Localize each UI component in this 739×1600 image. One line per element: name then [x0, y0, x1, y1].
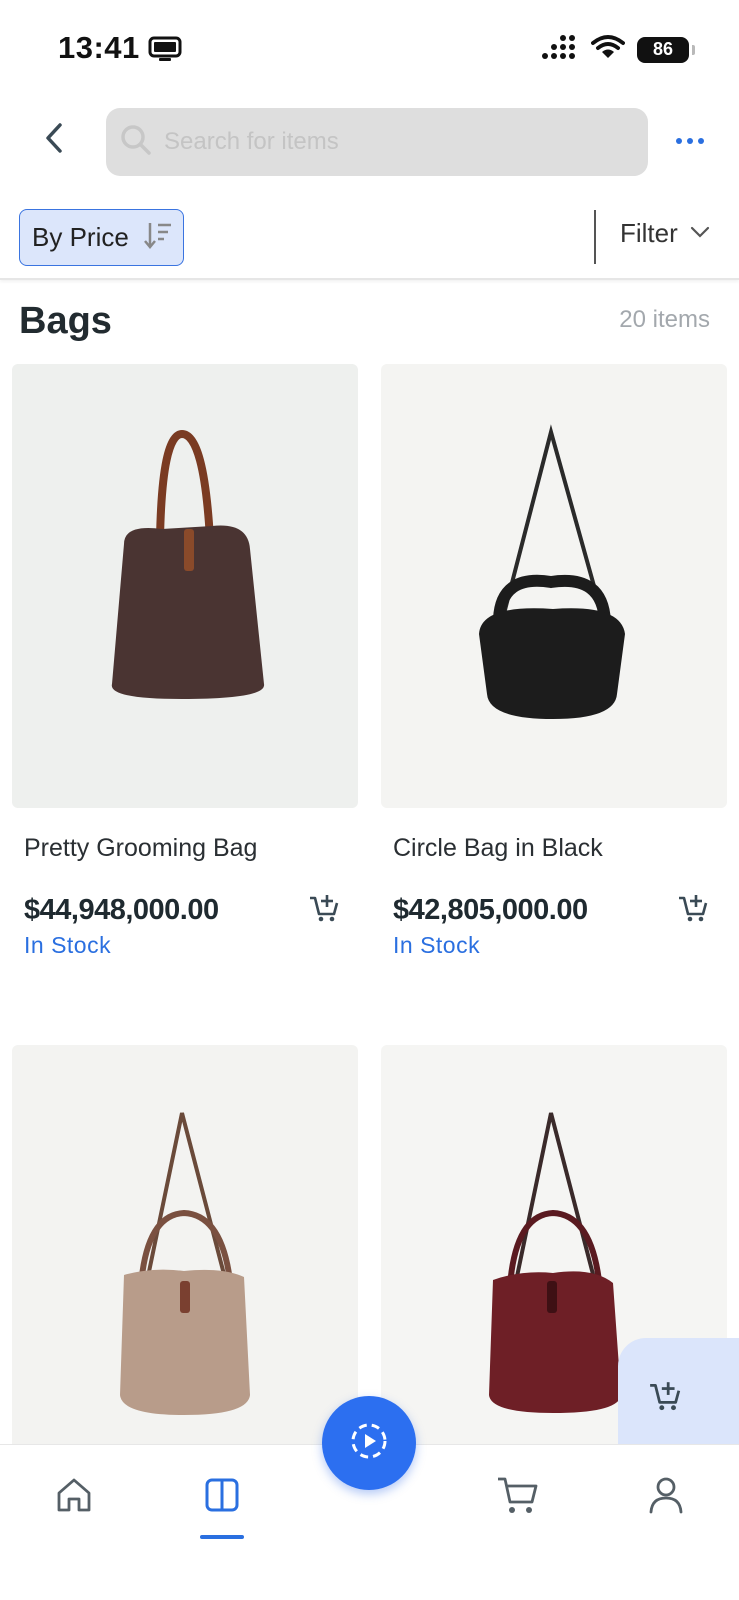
- sort-by-price-chip[interactable]: By Price: [19, 209, 184, 266]
- bag-body: [479, 608, 625, 719]
- more-dot: [687, 138, 693, 144]
- item-count: 20 items: [619, 306, 710, 333]
- battery-level: 86: [652, 39, 674, 59]
- sort-descending-icon: [143, 221, 173, 254]
- product-name: Pretty Grooming Bag: [24, 834, 258, 862]
- catalog-icon: [204, 1477, 240, 1518]
- active-tab-indicator: [200, 1535, 244, 1539]
- stock-status: In Stock: [24, 932, 112, 958]
- nav-profile[interactable]: [636, 1467, 696, 1527]
- nav-catalog[interactable]: [192, 1467, 252, 1527]
- status-bar: 13:41 86: [0, 0, 739, 100]
- cart-plus-icon: [648, 1379, 682, 1418]
- home-icon: [55, 1476, 93, 1519]
- more-options-button[interactable]: [668, 124, 712, 158]
- product-name: Circle Bag in Black: [393, 834, 603, 862]
- nav-home[interactable]: [44, 1467, 104, 1527]
- chevron-down-icon: [690, 225, 710, 243]
- more-dot: [676, 138, 682, 144]
- chevron-left-icon: [44, 122, 64, 159]
- status-time: 13:41: [58, 30, 140, 65]
- cart-plus-icon: [308, 892, 340, 929]
- product-price: $44,948,000.00: [24, 894, 219, 926]
- add-to-cart-button[interactable]: [304, 890, 344, 930]
- product-image[interactable]: [12, 364, 358, 808]
- product-price: $42,805,000.00: [393, 894, 588, 926]
- section-title: Bags: [19, 300, 112, 342]
- product-image[interactable]: [12, 1045, 358, 1489]
- search-input[interactable]: [164, 128, 604, 156]
- divider: [594, 210, 596, 264]
- cart-icon: [496, 1474, 540, 1521]
- sort-label: By Price: [32, 222, 129, 252]
- search-bar[interactable]: [106, 108, 648, 176]
- bag-illustration: [111, 429, 265, 699]
- profile-icon: [648, 1476, 684, 1519]
- sort-filter-bar: By Price Filter: [0, 200, 739, 280]
- cart-plus-icon: [677, 892, 709, 929]
- back-button[interactable]: [36, 120, 72, 160]
- filter-label: Filter: [620, 218, 678, 248]
- nav-cart[interactable]: [488, 1467, 548, 1527]
- top-header: [0, 100, 739, 200]
- play-video-button[interactable]: [322, 1396, 416, 1490]
- bag-illustration: [479, 424, 625, 719]
- video-play-icon: [349, 1421, 389, 1466]
- battery-indicator: 86: [637, 36, 695, 63]
- cellular-signal-icon: [541, 34, 579, 65]
- filter-button[interactable]: Filter: [620, 218, 710, 249]
- quick-add-to-cart-button[interactable]: [618, 1338, 739, 1458]
- wifi-icon: [591, 34, 625, 65]
- status-indicators: 86: [541, 34, 695, 65]
- product-card[interactable]: [12, 1045, 358, 1489]
- more-dot: [698, 138, 704, 144]
- add-to-cart-button[interactable]: [673, 890, 713, 930]
- bag-illustration: [120, 1112, 250, 1415]
- screen-mirroring-icon: [148, 36, 182, 67]
- product-card[interactable]: Pretty Grooming Bag $44,948,000.00 In St…: [12, 364, 358, 958]
- stock-status: In Stock: [393, 932, 481, 958]
- search-icon: [120, 124, 152, 161]
- product-image[interactable]: [381, 364, 727, 808]
- product-card[interactable]: Circle Bag in Black $42,805,000.00 In St…: [381, 364, 727, 958]
